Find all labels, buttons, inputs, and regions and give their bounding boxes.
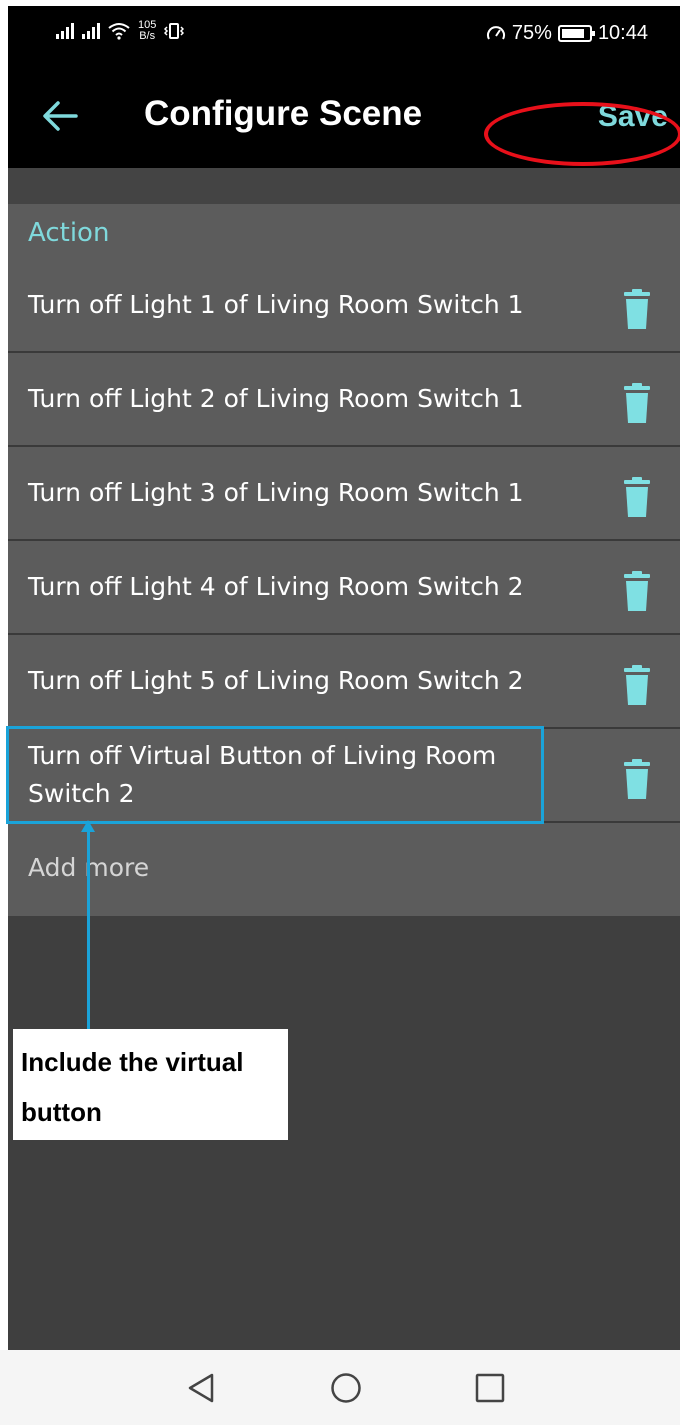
action-label: Turn off Light 1 of Living Room Switch 1 (28, 290, 524, 319)
app-bar: Configure Scene Save (8, 64, 680, 168)
nav-recents-icon[interactable] (475, 1373, 505, 1403)
trash-icon[interactable] (620, 289, 654, 331)
annotation-text: Include the virtual button (21, 1047, 244, 1127)
wifi-icon (108, 23, 130, 40)
vibrate-icon (164, 23, 185, 39)
status-left: 105 B/s (56, 20, 185, 42)
back-arrow-icon[interactable] (40, 98, 80, 134)
section-label-action: Action (28, 218, 110, 248)
save-highlight-ellipse (484, 102, 680, 166)
virtual-button-highlight (6, 726, 544, 824)
battery-percent: 75% (511, 22, 552, 44)
action-row[interactable]: Turn off Light 1 of Living Room Switch 1 (8, 259, 680, 353)
network-speed: 105 B/s (138, 20, 156, 42)
system-nav-bar (0, 1350, 680, 1425)
page-title: Configure Scene (144, 94, 423, 133)
trash-icon[interactable] (620, 759, 654, 801)
trash-icon[interactable] (620, 477, 654, 519)
trash-icon[interactable] (620, 383, 654, 425)
action-row[interactable]: Turn off Light 5 of Living Room Switch 2 (8, 635, 680, 729)
action-label: Turn off Light 4 of Living Room Switch 2 (28, 572, 524, 601)
spacer-strip (8, 168, 680, 204)
action-label: Turn off Light 3 of Living Room Switch 1 (28, 478, 524, 507)
trash-icon[interactable] (620, 665, 654, 707)
nav-home-icon[interactable] (330, 1372, 362, 1404)
action-label: Turn off Light 2 of Living Room Switch 1 (28, 384, 524, 413)
trash-icon[interactable] (620, 571, 654, 613)
action-row[interactable]: Turn off Light 2 of Living Room Switch 1 (8, 353, 680, 447)
battery-icon (557, 25, 595, 42)
action-row[interactable]: Turn off Light 3 of Living Room Switch 1 (8, 447, 680, 541)
nav-back-icon[interactable] (186, 1372, 216, 1404)
phone-screen: 105 B/s 75% 10:44 Configure Scene Save A… (8, 6, 680, 1350)
status-bar: 105 B/s 75% 10:44 (8, 6, 680, 64)
cell-signal-icon (56, 23, 74, 39)
action-label: Turn off Light 5 of Living Room Switch 2 (28, 666, 524, 695)
speedometer-icon (486, 25, 505, 39)
network-speed-unit: B/s (139, 30, 156, 42)
cell-signal-icon-2 (82, 23, 100, 39)
action-row[interactable]: Turn off Light 4 of Living Room Switch 2 (8, 541, 680, 635)
status-right: 75% 10:44 (486, 22, 648, 45)
clock: 10:44 (597, 22, 648, 44)
callout-line (87, 826, 90, 1030)
annotation-callout: Include the virtual button (13, 1029, 288, 1140)
callout-arrowhead (81, 820, 95, 832)
